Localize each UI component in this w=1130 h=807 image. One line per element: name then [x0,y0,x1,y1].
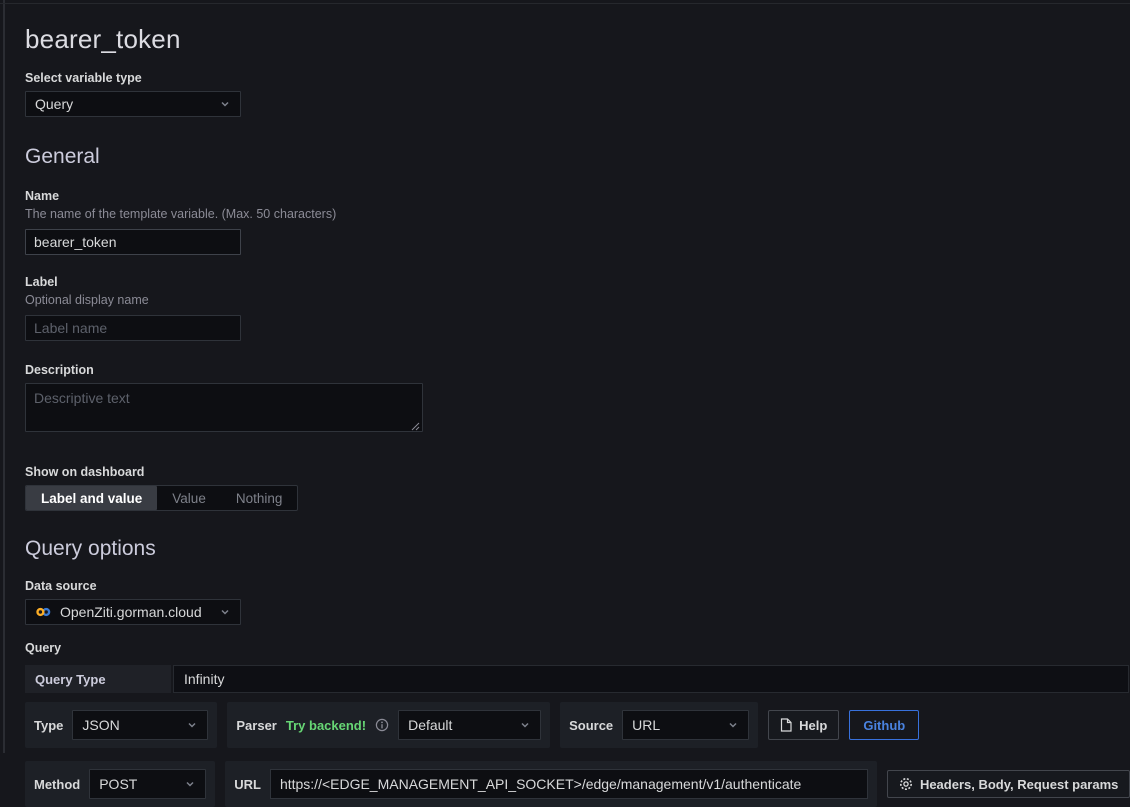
variable-type-label: Select variable type [25,71,1130,85]
general-heading: General [25,145,1130,169]
headers-body-params-button[interactable]: Headers, Body, Request params [887,770,1130,798]
data-source-value: OpenZiti.gorman.cloud [60,604,202,620]
query-type-row: Query Type Infinity [25,665,1129,693]
query-type-select[interactable]: Infinity [173,665,1129,693]
help-button-label: Help [799,718,827,733]
label-description: Optional display name [25,293,1130,307]
description-label: Description [25,363,1130,377]
info-icon[interactable] [375,718,389,732]
chevron-down-icon [519,719,531,731]
type-select[interactable]: JSON [72,710,208,740]
pane-top-border [0,3,1130,4]
resize-handle-icon[interactable] [411,422,420,431]
source-label: Source [569,718,613,733]
chevron-down-icon [727,719,739,731]
show-on-dashboard-radio-group: Label and value Value Nothing [25,485,298,511]
name-input[interactable] [25,229,241,255]
headers-button-label: Headers, Body, Request params [920,777,1118,792]
url-input[interactable] [270,769,868,799]
query-options-heading: Query options [25,537,1130,561]
url-group: URL [225,761,877,807]
data-source-picker[interactable]: OpenZiti.gorman.cloud [25,599,241,625]
help-button[interactable]: Help [768,710,839,740]
label-input[interactable] [25,315,241,341]
name-description: The name of the template variable. (Max.… [25,207,1130,221]
parser-select[interactable]: Default [398,710,541,740]
github-button[interactable]: Github [849,710,919,740]
type-value: JSON [82,717,119,733]
document-icon [780,718,792,732]
chevron-down-icon [219,98,231,110]
chevron-down-icon [184,778,196,790]
source-value: URL [632,717,660,733]
type-label: Type [34,718,63,733]
pane-left-border [3,0,5,753]
parser-group: Parser Try backend! Default [227,702,550,748]
method-value: POST [99,776,137,792]
description-textarea[interactable] [25,383,423,432]
label-label: Label [25,275,1130,289]
variable-editor-page: bearer_token Select variable type Query … [0,0,1130,807]
name-label: Name [25,189,1130,203]
parser-value: Default [408,717,452,733]
source-select[interactable]: URL [622,710,749,740]
query-type-chip: Query Type [25,665,171,693]
infinity-datasource-icon [35,606,52,618]
type-group: Type JSON [25,702,217,748]
source-group: Source URL [560,702,758,748]
query-editor-row-1: Type JSON Parser Try backend! [25,702,1130,748]
show-on-dashboard-label: Show on dashboard [25,465,1130,479]
query-label: Query [25,641,1130,655]
variable-type-value: Query [35,96,73,112]
radio-option-value[interactable]: Value [157,486,221,510]
page-title: bearer_token [25,24,1130,55]
gear-icon [899,777,913,791]
parser-label: Parser [236,718,276,733]
method-group: Method POST [25,761,215,807]
chevron-down-icon [186,719,198,731]
method-select[interactable]: POST [89,769,206,799]
method-label: Method [34,777,80,792]
radio-option-nothing[interactable]: Nothing [221,486,298,510]
query-editor-row-2: Method POST URL [25,761,1130,807]
url-label: URL [234,777,261,792]
github-button-label: Github [863,718,905,733]
radio-option-label-and-value[interactable]: Label and value [26,486,157,510]
try-backend-hint: Try backend! [286,718,366,733]
variable-type-select[interactable]: Query [25,91,241,117]
chevron-down-icon [219,606,231,618]
data-source-label: Data source [25,579,1130,593]
